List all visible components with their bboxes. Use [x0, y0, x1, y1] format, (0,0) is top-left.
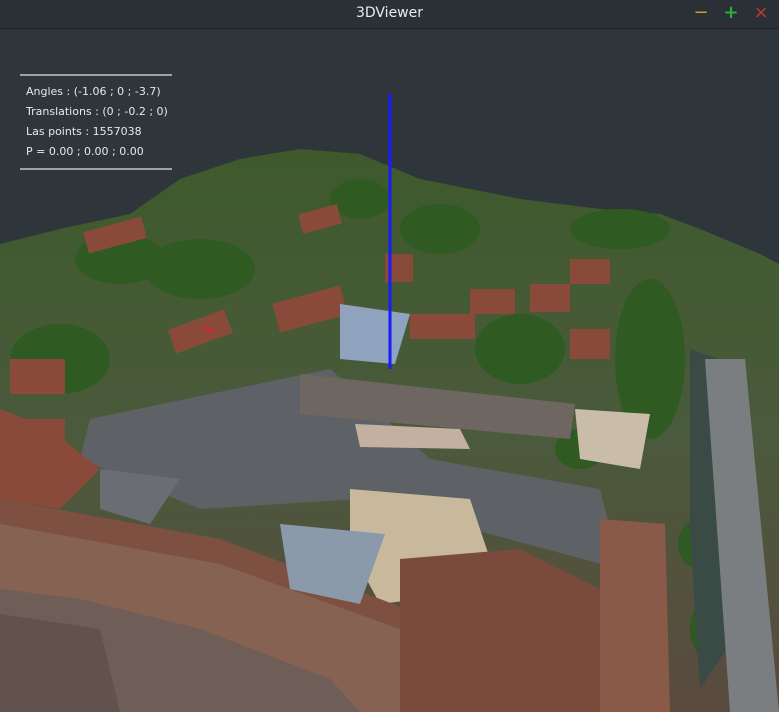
title-bar[interactable]: 3DViewer − + ×	[0, 0, 779, 29]
p-readout: P = 0.00 ; 0.00 ; 0.00	[26, 145, 144, 158]
minimize-button[interactable]: −	[692, 3, 710, 23]
3d-viewport[interactable]: Angles : (-1.06 ; 0 ; -3.7) Translations…	[0, 29, 779, 712]
window-title: 3DViewer	[355, 5, 424, 21]
maximize-button[interactable]: +	[722, 3, 740, 23]
info-overlay: Angles : (-1.06 ; 0 ; -3.7) Translations…	[20, 74, 172, 170]
close-button[interactable]: ×	[752, 3, 770, 23]
translations-readout: Translations : (0 ; -0.2 ; 0)	[26, 105, 168, 118]
info-bottom-rule	[20, 168, 172, 170]
app-window: 3DViewer − + × Angles: (-1.06 ; 0 ; -3.…	[0, 0, 779, 712]
las-points-readout: Las points : 1557038	[26, 125, 142, 138]
angles-readout: Angles : (-1.06 ; 0 ; -3.7)	[26, 85, 161, 98]
